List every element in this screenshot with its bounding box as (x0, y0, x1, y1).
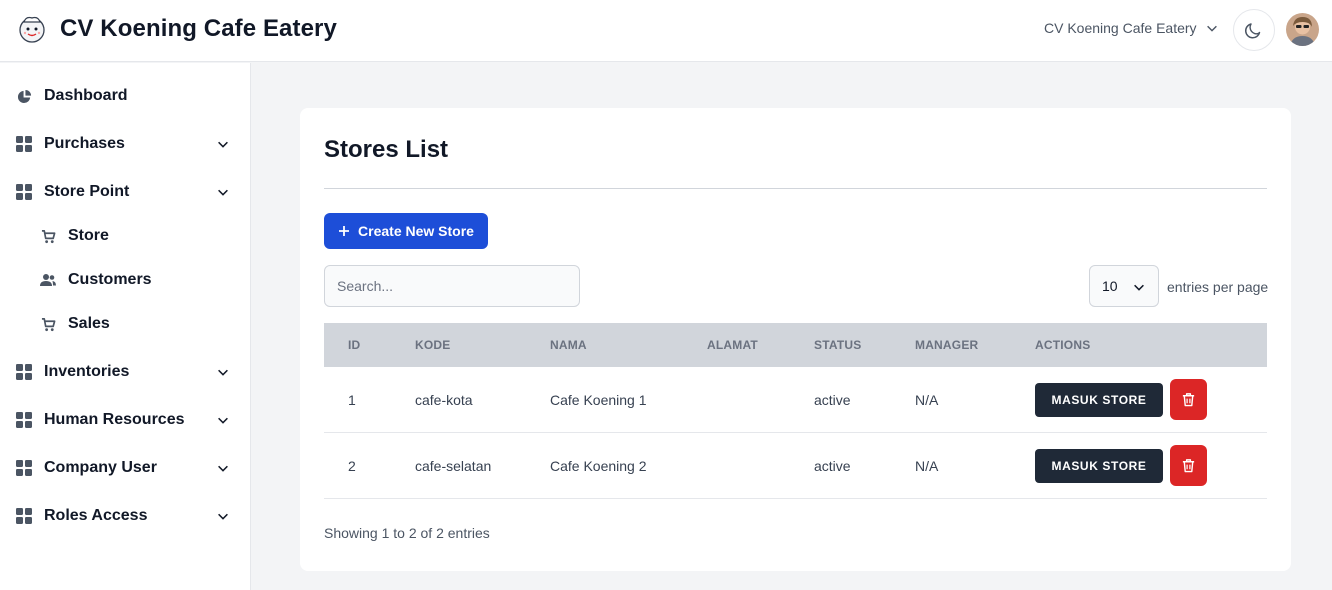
cell-kode: cafe-kota (415, 392, 473, 408)
sidebar: Dashboard Purchases Store Point Store Cu… (0, 63, 251, 590)
cell-status: active (814, 458, 851, 474)
sidebar-item-inventories[interactable]: Inventories (0, 352, 251, 392)
pie-chart-icon (16, 88, 32, 104)
sidebar-item-human-resources[interactable]: Human Resources (0, 400, 251, 440)
chevron-down-icon (218, 417, 228, 424)
grid-icon (16, 184, 32, 200)
trash-icon (1182, 393, 1195, 407)
chef-mascot-icon[interactable] (16, 13, 48, 45)
chevron-down-icon (1134, 284, 1144, 291)
chevron-down-icon (218, 513, 228, 520)
company-selector-label: CV Koening Cafe Eatery (1044, 20, 1197, 36)
create-store-button-label: Create New Store (358, 223, 474, 239)
sidebar-item-sales[interactable]: Sales (0, 304, 251, 344)
plus-icon (339, 226, 350, 236)
sidebar-item-purchases[interactable]: Purchases (0, 124, 251, 164)
cell-id: 2 (348, 458, 356, 474)
trash-icon (1182, 459, 1195, 473)
theme-toggle-button[interactable] (1233, 9, 1275, 51)
column-header-actions: ACTIONS (1035, 338, 1091, 352)
sidebar-item-company-user[interactable]: Company User (0, 448, 251, 488)
stores-table: ID KODE NAMA ALAMAT STATUS MANAGER ACTIO… (324, 323, 1267, 499)
app-title: CV Koening Cafe Eatery (60, 15, 337, 42)
cart-icon (40, 228, 56, 244)
sidebar-item-label: Roles Access (44, 507, 148, 524)
sidebar-item-label: Company User (44, 459, 157, 476)
column-header-nama[interactable]: NAMA (550, 338, 587, 352)
sidebar-item-label: Store Point (44, 183, 130, 200)
grid-icon (16, 508, 32, 524)
company-selector[interactable]: CV Koening Cafe Eatery (1044, 20, 1219, 36)
delete-store-button[interactable] (1170, 379, 1207, 420)
avatar[interactable] (1286, 13, 1319, 46)
cell-nama: Cafe Koening 2 (550, 458, 647, 474)
sidebar-item-label: Inventories (44, 363, 130, 380)
cell-nama: Cafe Koening 1 (550, 392, 647, 408)
pagination-info: Showing 1 to 2 of 2 entries (324, 525, 490, 541)
create-store-button[interactable]: Create New Store (324, 213, 488, 249)
users-icon (40, 272, 56, 288)
column-header-id[interactable]: ID (348, 338, 360, 352)
entries-per-page-value: 10 (1102, 278, 1118, 294)
top-bar: CV Koening Cafe Eatery CV Koening Cafe E… (0, 0, 1332, 62)
entries-per-page-select[interactable]: 10 (1089, 265, 1159, 307)
enter-store-button[interactable]: MASUK STORE (1035, 449, 1163, 483)
chevron-down-icon (218, 465, 228, 472)
divider (324, 188, 1267, 189)
sidebar-item-label: Human Resources (44, 411, 185, 428)
grid-icon (16, 412, 32, 428)
sidebar-item-store[interactable]: Store (0, 216, 251, 256)
sidebar-item-label: Store (68, 227, 109, 244)
column-header-status[interactable]: STATUS (814, 338, 861, 352)
chevron-down-icon (218, 189, 228, 196)
chevron-down-icon (1206, 25, 1217, 32)
cell-manager: N/A (915, 458, 939, 474)
cell-manager: N/A (915, 392, 939, 408)
cell-status: active (814, 392, 851, 408)
moon-icon (1245, 23, 1261, 39)
sidebar-item-dashboard[interactable]: Dashboard (0, 76, 251, 116)
chevron-down-icon (218, 369, 228, 376)
grid-icon (16, 136, 32, 152)
sidebar-item-label: Purchases (44, 135, 125, 152)
delete-store-button[interactable] (1170, 445, 1207, 486)
grid-icon (16, 364, 32, 380)
sidebar-item-store-point[interactable]: Store Point (0, 172, 251, 212)
entries-per-page-label: entries per page (1167, 279, 1269, 295)
stores-card: Stores List Create New Store 10 entries … (300, 108, 1291, 571)
sidebar-item-roles-access[interactable]: Roles Access (0, 496, 251, 536)
table-header: ID KODE NAMA ALAMAT STATUS MANAGER ACTIO… (324, 323, 1267, 367)
column-header-kode[interactable]: KODE (415, 338, 450, 352)
column-header-alamat[interactable]: ALAMAT (707, 338, 758, 352)
page-title: Stores List (324, 136, 449, 163)
search-input[interactable] (324, 265, 580, 307)
sidebar-item-label: Sales (68, 315, 110, 332)
table-row: 1 cafe-kota Cafe Koening 1 active N/A MA… (324, 367, 1267, 433)
sidebar-item-label: Customers (68, 271, 152, 288)
table-row: 2 cafe-selatan Cafe Koening 2 active N/A… (324, 433, 1267, 499)
column-header-manager[interactable]: MANAGER (915, 338, 978, 352)
cell-id: 1 (348, 392, 356, 408)
grid-icon (16, 460, 32, 476)
sidebar-item-label: Dashboard (44, 87, 128, 104)
enter-store-button[interactable]: MASUK STORE (1035, 383, 1163, 417)
cell-kode: cafe-selatan (415, 458, 492, 474)
cart-icon (40, 316, 56, 332)
sidebar-item-customers[interactable]: Customers (0, 260, 251, 300)
chevron-down-icon (218, 141, 228, 148)
